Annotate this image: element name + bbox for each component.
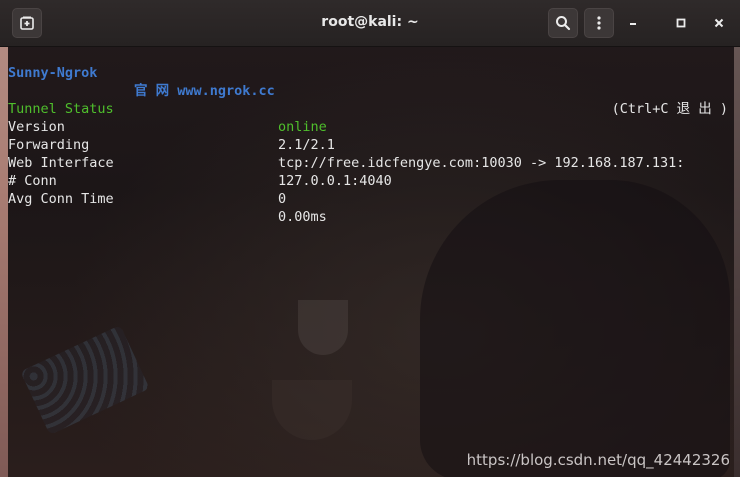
title-bar: root@kali: ~ xyxy=(0,0,740,47)
status-value: 0.00ms xyxy=(278,209,327,225)
new-tab-icon xyxy=(20,16,34,30)
status-row: Forwarding tcp://free.idcfengye.com:1003… xyxy=(8,118,734,171)
maximize-button[interactable] xyxy=(666,8,696,38)
search-button[interactable] xyxy=(548,8,578,38)
status-row: Web Interface 127.0.0.1:4040 xyxy=(8,136,734,189)
window-title: root@kali: ~ xyxy=(321,14,419,30)
status-row: # Conn 0 xyxy=(8,154,734,207)
minimize-icon xyxy=(630,23,636,25)
minimize-button[interactable] xyxy=(618,8,648,38)
new-tab-button[interactable] xyxy=(12,8,42,38)
terminal-window: root@kali: ~ Sunny-Ngrok 官 网 www.ngrok.c… xyxy=(0,0,740,477)
search-icon xyxy=(556,16,571,31)
wallpaper-edge-right xyxy=(734,0,740,477)
status-label: Avg Conn Time xyxy=(8,191,114,207)
status-row: Avg Conn Time 0.00ms xyxy=(8,172,734,225)
status-row: Version 2.1/2.1 xyxy=(8,100,734,153)
menu-button[interactable] xyxy=(584,8,614,38)
wallpaper-edge-left xyxy=(0,0,8,477)
close-icon xyxy=(714,18,724,28)
status-value: 0 xyxy=(278,191,287,207)
watermark: https://blog.csdn.net/qq_42442326 xyxy=(466,451,730,469)
ngrok-header-line: Sunny-Ngrok 官 网 www.ngrok.cc (Ctrl+C 退 出… xyxy=(8,46,734,117)
terminal-output[interactable]: Sunny-Ngrok 官 网 www.ngrok.cc (Ctrl+C 退 出… xyxy=(8,46,734,477)
ngrok-brand: Sunny-Ngrok xyxy=(8,65,98,81)
kebab-menu-icon xyxy=(597,16,601,30)
maximize-icon xyxy=(676,18,686,28)
status-row: Tunnel Status online xyxy=(8,82,734,135)
close-button[interactable] xyxy=(704,8,734,38)
